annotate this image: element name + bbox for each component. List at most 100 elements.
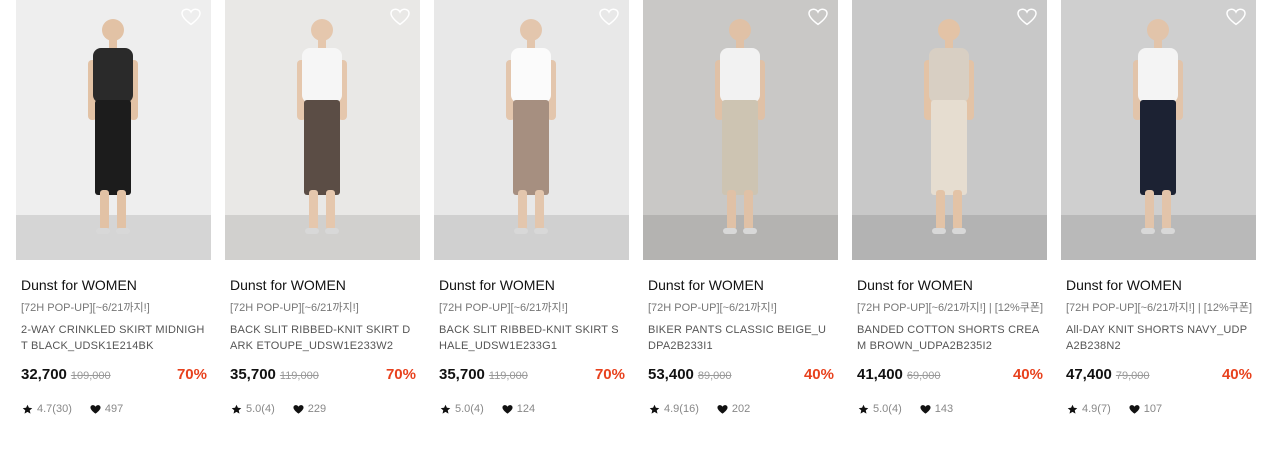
review-meta: 5.0(4) 143 xyxy=(852,402,1047,416)
discount-rate: 40% xyxy=(1012,366,1043,383)
original-price: 119,000 xyxy=(279,370,319,382)
heart-filled-icon xyxy=(1129,404,1140,414)
likes: 107 xyxy=(1129,403,1162,415)
price-row: 53,400 89,000 40% xyxy=(643,366,838,386)
product-card[interactable]: Dunst for WOMEN [72H POP-UP][~6/21까지!] |… xyxy=(852,0,1047,416)
review-meta: 5.0(4) 124 xyxy=(434,402,629,416)
star-icon xyxy=(1067,404,1078,414)
wishlist-heart-icon[interactable] xyxy=(1226,8,1246,26)
wishlist-heart-icon[interactable] xyxy=(808,8,828,26)
brand-name[interactable]: Dunst for WOMEN xyxy=(16,276,211,294)
heart-filled-icon xyxy=(502,404,513,414)
original-price: 69,000 xyxy=(906,370,941,382)
brand-name[interactable]: Dunst for WOMEN xyxy=(1061,276,1256,294)
likes-count: 107 xyxy=(1143,403,1163,415)
likes-count: 124 xyxy=(516,403,536,415)
product-name[interactable]: All-DAY KNIT SHORTS NAVY_UDPA2B238N2 xyxy=(1061,322,1256,354)
product-photo xyxy=(434,0,629,260)
discount-rate: 40% xyxy=(803,366,834,383)
heart-filled-icon xyxy=(920,404,931,414)
discount-rate: 70% xyxy=(594,366,625,383)
brand-name[interactable]: Dunst for WOMEN xyxy=(225,276,420,294)
rating-value: 4.7(30) xyxy=(37,403,72,415)
promo-text: [72H POP-UP][~6/21까지!] xyxy=(21,302,150,314)
rating-value: 4.9(16) xyxy=(664,403,699,415)
product-image[interactable] xyxy=(852,0,1047,260)
rating-value: 5.0(4) xyxy=(455,403,484,415)
product-card[interactable]: Dunst for WOMEN [72H POP-UP][~6/21까지!] |… xyxy=(1061,0,1256,416)
product-photo xyxy=(1061,0,1256,260)
likes: 124 xyxy=(502,403,535,415)
likes-count: 229 xyxy=(307,403,327,415)
original-price: 89,000 xyxy=(697,370,732,382)
star-icon xyxy=(858,404,869,414)
wishlist-heart-icon[interactable] xyxy=(1017,8,1037,26)
product-grid: Dunst for WOMEN [72H POP-UP][~6/21까지!] 2… xyxy=(16,0,1256,416)
product-photo xyxy=(643,0,838,260)
rating-value: 5.0(4) xyxy=(873,403,902,415)
review-meta: 4.9(7) 107 xyxy=(1061,402,1256,416)
wishlist-heart-icon[interactable] xyxy=(181,8,201,26)
discount-rate: 70% xyxy=(385,366,416,383)
product-photo xyxy=(16,0,211,260)
product-name[interactable]: BACK SLIT RIBBED-KNIT SKIRT DARK ETOUPE_… xyxy=(225,322,420,354)
discount-rate: 70% xyxy=(176,366,207,383)
product-image[interactable] xyxy=(16,0,211,260)
promo-text: [72H POP-UP][~6/21까지!] xyxy=(230,302,359,314)
brand-name[interactable]: Dunst for WOMEN xyxy=(852,276,1047,294)
sale-price: 35,700 xyxy=(230,366,276,383)
product-image[interactable] xyxy=(643,0,838,260)
sale-price: 53,400 xyxy=(648,366,694,383)
product-name[interactable]: BANDED COTTON SHORTS CREAM BROWN_UDPA2B2… xyxy=(852,322,1047,354)
star-icon xyxy=(440,404,451,414)
likes: 143 xyxy=(920,403,953,415)
rating-value: 4.9(7) xyxy=(1082,403,1111,415)
original-price: 109,000 xyxy=(70,370,111,382)
star-icon xyxy=(649,404,660,414)
product-card[interactable]: Dunst for WOMEN [72H POP-UP][~6/21까지!] 2… xyxy=(16,0,211,416)
wishlist-heart-icon[interactable] xyxy=(390,8,410,26)
product-name[interactable]: BIKER PANTS CLASSIC BEIGE_UDPA2B233I1 xyxy=(643,322,838,354)
original-price: 79,000 xyxy=(1115,370,1150,382)
product-photo xyxy=(852,0,1047,260)
brand-name[interactable]: Dunst for WOMEN xyxy=(643,276,838,294)
product-photo xyxy=(225,0,420,260)
promo-text: [72H POP-UP][~6/21까지!] xyxy=(648,302,777,314)
promo-text: [72H POP-UP][~6/21까지!] | [12%쿠폰] xyxy=(1066,302,1253,314)
product-image[interactable] xyxy=(434,0,629,260)
price-row: 35,700 119,000 70% xyxy=(434,366,629,386)
sale-price: 41,400 xyxy=(857,366,903,383)
likes-count: 497 xyxy=(104,403,124,415)
sale-price: 32,700 xyxy=(21,366,67,383)
price-row: 41,400 69,000 40% xyxy=(852,366,1047,386)
likes-count: 202 xyxy=(731,403,751,415)
likes: 497 xyxy=(90,403,123,415)
brand-name[interactable]: Dunst for WOMEN xyxy=(434,276,629,294)
heart-filled-icon xyxy=(717,404,728,414)
sale-price: 47,400 xyxy=(1066,366,1112,383)
discount-rate: 40% xyxy=(1221,366,1252,383)
likes: 202 xyxy=(717,403,750,415)
original-price: 119,000 xyxy=(488,370,528,382)
heart-filled-icon xyxy=(90,404,101,414)
sale-price: 35,700 xyxy=(439,366,485,383)
heart-filled-icon xyxy=(293,404,304,414)
review-meta: 4.9(16) 202 xyxy=(643,402,838,416)
product-name[interactable]: 2-WAY CRINKLED SKIRT MIDNIGHT BLACK_UDSK… xyxy=(16,322,211,354)
product-card[interactable]: Dunst for WOMEN [72H POP-UP][~6/21까지!] B… xyxy=(434,0,629,416)
product-card[interactable]: Dunst for WOMEN [72H POP-UP][~6/21까지!] B… xyxy=(643,0,838,416)
price-row: 32,700 109,000 70% xyxy=(16,366,211,386)
wishlist-heart-icon[interactable] xyxy=(599,8,619,26)
promo-text: [72H POP-UP][~6/21까지!] | [12%쿠폰] xyxy=(857,302,1044,314)
likes: 229 xyxy=(293,403,326,415)
likes-count: 143 xyxy=(934,403,954,415)
price-row: 35,700 119,000 70% xyxy=(225,366,420,386)
product-image[interactable] xyxy=(225,0,420,260)
product-card[interactable]: Dunst for WOMEN [72H POP-UP][~6/21까지!] B… xyxy=(225,0,420,416)
promo-text: [72H POP-UP][~6/21까지!] xyxy=(439,302,568,314)
product-name[interactable]: BACK SLIT RIBBED-KNIT SKIRT SHALE_UDSW1E… xyxy=(434,322,629,354)
star-icon xyxy=(231,404,242,414)
product-image[interactable] xyxy=(1061,0,1256,260)
star-icon xyxy=(22,404,33,414)
rating-value: 5.0(4) xyxy=(246,403,275,415)
